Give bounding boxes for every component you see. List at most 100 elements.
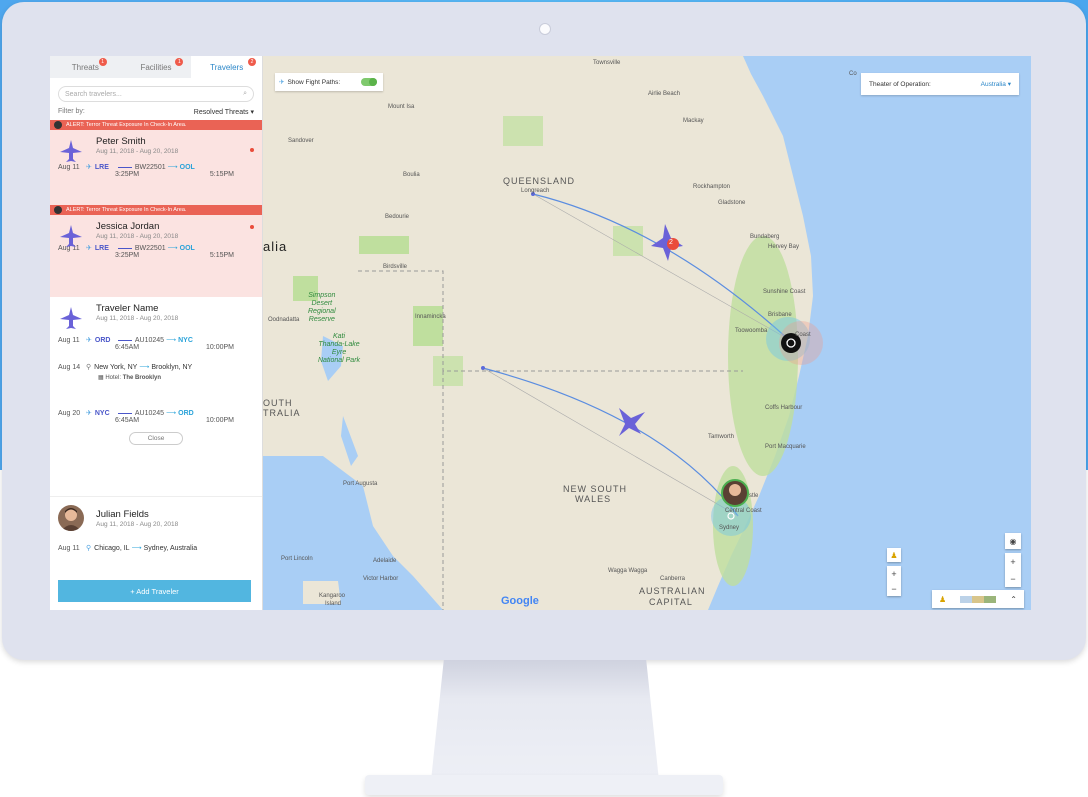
map-label: Oodnadatta xyxy=(268,317,300,323)
map-label: Townsville xyxy=(593,60,621,66)
stay-leg: Aug 14 ⚲ New York, NY ⟶ Brooklyn, NY xyxy=(58,363,254,372)
map-label: Toowoomba xyxy=(735,328,768,334)
stay-to: Brooklyn, NY xyxy=(151,363,193,371)
leg-from: LRE xyxy=(94,163,109,171)
zoom-in-icon[interactable]: + xyxy=(891,569,896,579)
map[interactable]: 2 ✈ Show Fight Paths: Theater of Operatio… xyxy=(263,56,1031,610)
status-dot xyxy=(250,225,254,229)
leg-from: ORD xyxy=(94,336,111,344)
leg-date: Aug 14 xyxy=(58,363,81,371)
location-pin-icon: ⚲ xyxy=(86,545,92,552)
chevron-up-icon: ⌃ xyxy=(1010,594,1017,604)
map-label: TRALIA xyxy=(263,408,301,418)
flight-leg: Aug 11 ✈ ORD AU10245 ⟶ NYC xyxy=(58,336,254,345)
leg-from: Chicago, IL xyxy=(94,544,130,552)
route-leg: Aug 11 ⚲ Chicago, IL ⟶ Sydney, Australia xyxy=(58,544,254,553)
leg-times: 6:45AM 10:00PM xyxy=(115,344,234,351)
traveler-card[interactable]: Jessica Jordan Aug 11, 2018 - Aug 20, 20… xyxy=(50,215,262,297)
traveler-name: Traveler Name xyxy=(96,303,159,314)
map-label: Kangaroo xyxy=(319,593,346,599)
tab-label: Travelers xyxy=(210,62,244,72)
pegman-icon: ♟ xyxy=(939,594,947,604)
alert-text: ALERT: Terror Threat Exposure In Check-I… xyxy=(66,122,187,128)
location-pin-icon: ⚲ xyxy=(86,364,92,371)
theater-label: Theater of Operation: xyxy=(869,80,931,88)
park-text: Simpson xyxy=(308,292,336,299)
add-traveler-button[interactable]: + Add Traveler xyxy=(58,580,251,602)
leg-flight: BW22501 xyxy=(134,163,166,171)
alert-banner: ALERT: Terror Threat Exposure In Check-I… xyxy=(50,120,262,130)
zoom-out-icon[interactable]: − xyxy=(891,584,896,594)
plane-small-icon: ✈ xyxy=(86,164,92,171)
map-label: Bundaberg xyxy=(750,234,780,240)
plane-small-icon: ✈ xyxy=(279,79,285,86)
zoom-control-small[interactable]: + − xyxy=(887,566,901,596)
leg-flight: BW22501 xyxy=(134,244,166,252)
map-label: QUEENSLAND xyxy=(503,176,576,186)
tab-label: Threats xyxy=(71,62,99,72)
map-type-control[interactable]: ♟ ⌃ xyxy=(932,590,1024,608)
theater-value-wrap: Australia ▾ xyxy=(980,81,1011,88)
chevron-down-icon: ▾ xyxy=(250,109,254,116)
filter-row: Filter by: Resolved Threats ▾ xyxy=(50,106,262,120)
traveler-dates: Aug 11, 2018 - Aug 20, 2018 xyxy=(96,148,179,155)
plane-small-icon: ✈ xyxy=(86,410,92,417)
traveler-name: Julian Fields xyxy=(96,509,149,520)
traveler-card[interactable]: Peter Smith Aug 11, 2018 - Aug 20, 2018 … xyxy=(50,130,262,205)
map-label: Tamworth xyxy=(708,434,735,440)
map-label: WALES xyxy=(575,494,612,504)
park-label: Simpson Desert Regional Reserve xyxy=(308,292,336,324)
map-label: Wagga Wagga xyxy=(608,568,648,574)
close-button[interactable]: Close xyxy=(129,432,183,445)
tab-badge: 2 xyxy=(248,58,257,66)
leg-date: Aug 11 xyxy=(58,544,80,552)
map-label: Sandover xyxy=(288,138,314,144)
zoom-control[interactable]: + − xyxy=(1005,553,1021,587)
leg-from: NYC xyxy=(94,409,110,417)
theater-dropdown[interactable]: Theater of Operation: Australia ▾ xyxy=(861,73,1019,95)
tab-badge: 1 xyxy=(98,58,107,66)
filter-dropdown[interactable]: Resolved Threats ▾ xyxy=(194,108,254,116)
tab-travelers[interactable]: Travelers 2 xyxy=(191,56,262,78)
monitor-base xyxy=(365,775,723,795)
park-text: Eyre xyxy=(331,349,347,356)
pegman-icon[interactable]: ♟ xyxy=(887,548,901,562)
map-label: Brisbane xyxy=(768,312,792,318)
plane-icon xyxy=(60,225,82,247)
crosshair-icon xyxy=(54,121,62,129)
map-label: Longreach xyxy=(521,188,550,194)
map-label: Coffs Harbour xyxy=(765,405,803,411)
leg-arr: 5:15PM xyxy=(209,252,234,259)
map-label: Bedourie xyxy=(385,214,410,220)
plane-icon xyxy=(60,140,82,162)
search-input[interactable]: Search travelers... ⌕ xyxy=(58,86,254,102)
map-label: Boulia xyxy=(403,172,420,178)
leg-times: 6:45AM 10:00PM xyxy=(115,417,234,424)
map-label: Sunshine Coast xyxy=(763,289,806,295)
tab-threats[interactable]: Threats 1 xyxy=(50,56,121,78)
tab-facilities[interactable]: Facilities 1 xyxy=(121,56,192,78)
map-label: Rockhampton xyxy=(693,184,731,190)
hotel-name: The Brooklyn xyxy=(122,375,162,381)
traveler-card-expanded[interactable]: Traveler Name Aug 11, 2018 - Aug 20, 201… xyxy=(50,297,262,497)
stay-from: New York, NY xyxy=(94,363,138,371)
leg-to: OOL xyxy=(179,163,195,171)
toggle-switch[interactable] xyxy=(361,78,377,86)
locate-icon[interactable]: ◉ xyxy=(1005,533,1021,549)
map-label: Adelaide xyxy=(373,558,397,564)
leg-flight: AU10245 xyxy=(134,336,165,344)
leg-date: Aug 11 xyxy=(58,336,80,344)
zoom-in-icon[interactable]: + xyxy=(1010,557,1015,567)
search-placeholder: Search travelers... xyxy=(65,90,122,98)
traveler-dates: Aug 11, 2018 - Aug 20, 2018 xyxy=(96,521,179,528)
leg-flight: AU10245 xyxy=(134,409,165,417)
park-text: Reserve xyxy=(308,316,335,323)
leg-line xyxy=(117,247,132,249)
traveler-card[interactable]: Julian Fields Aug 11, 2018 - Aug 20, 201… xyxy=(50,497,262,567)
flight-paths-toggle[interactable]: ✈ Show Fight Paths: xyxy=(275,73,383,91)
leg-date: Aug 20 xyxy=(58,409,81,417)
leg-line xyxy=(117,339,132,341)
zoom-out-icon[interactable]: − xyxy=(1010,574,1015,584)
map-label: Canberra xyxy=(660,576,686,582)
map-label: alia xyxy=(263,239,288,254)
